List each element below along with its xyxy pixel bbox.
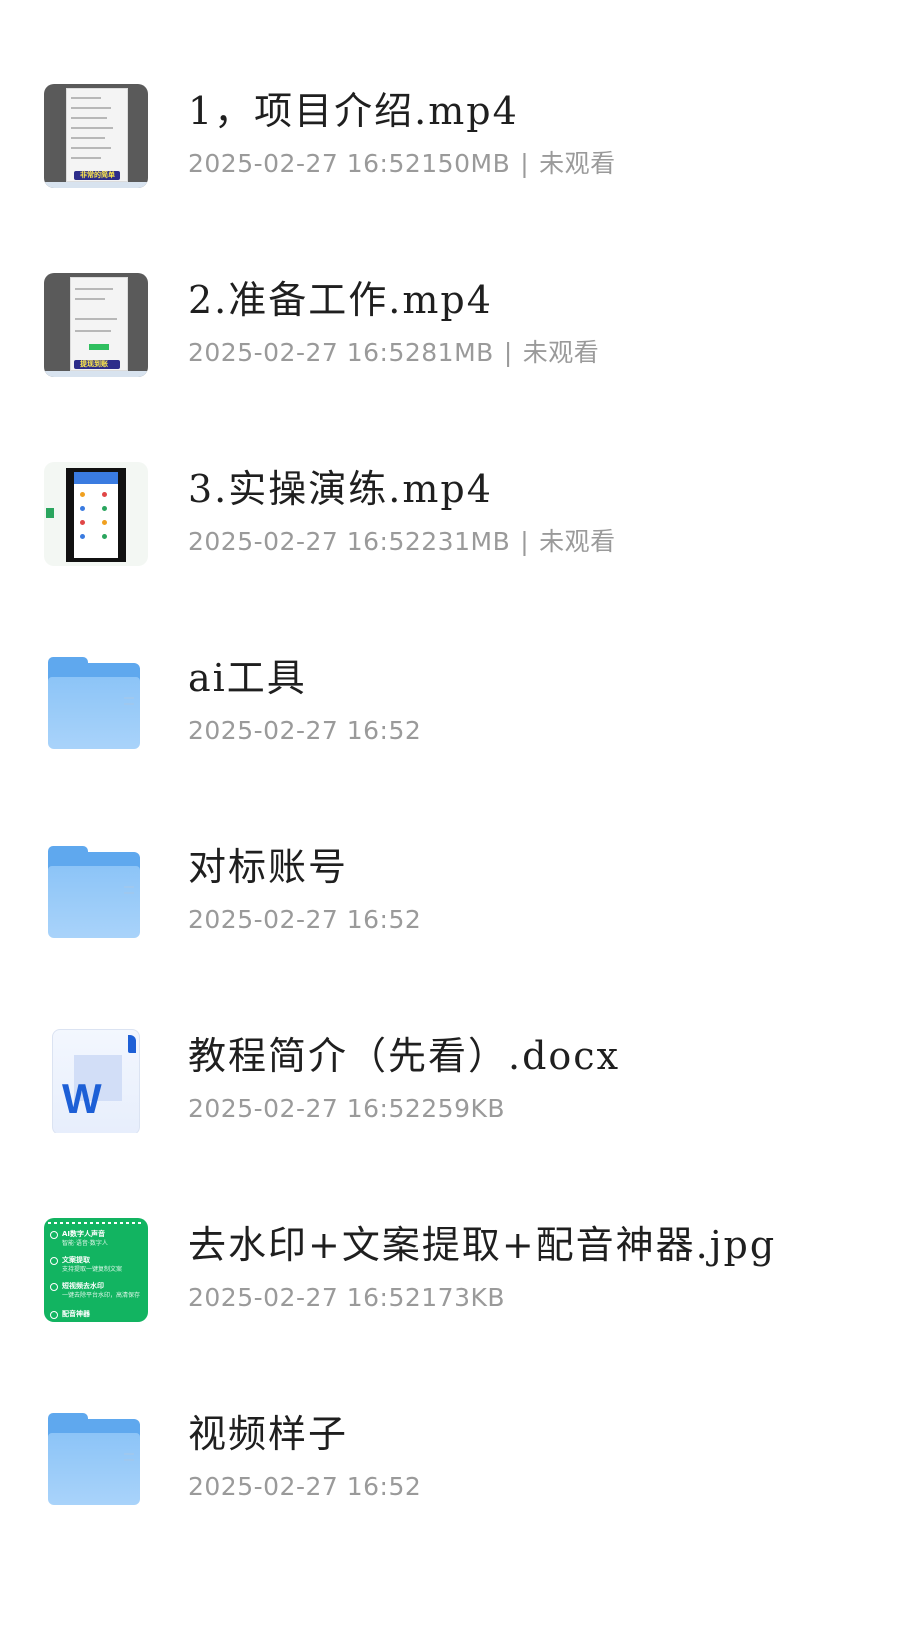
thumb-item-sub: 一键去除平台水印，高清保存 [62, 1292, 141, 1299]
thumb-item-title: 配音神器 [62, 1310, 90, 1318]
file-row-folder-benchmark[interactable]: 对标账号 2025-02-27 16:52 [0, 840, 919, 990]
file-row-folder-ai[interactable]: ai工具 2025-02-27 16:52 [0, 651, 919, 801]
file-meta: 2025-02-27 16:52 [188, 1471, 421, 1503]
file-name: 对标账号 [188, 845, 349, 889]
file-meta: 2025-02-27 16:52150MB | 未观看 [188, 148, 616, 180]
file-row-video-3[interactable]: 3.实操演练.mp4 2025-02-27 16:52231MB | 未观看 [0, 462, 919, 612]
file-list: 非常的简单 1，项目介绍.mp4 2025-02-27 16:52150MB | 未… [0, 0, 919, 1643]
file-name: 去水印+文案提取+配音神器.jpg [188, 1223, 777, 1267]
file-name: 教程简介（先看）.docx [188, 1034, 620, 1078]
file-meta: 2025-02-27 16:52173KB [188, 1282, 505, 1314]
file-date: 2025-02-27 16:52 [188, 338, 422, 367]
image-thumbnail: AI数字人声音 智能·语音·数字人 文案提取 支持提取一键复制文案 短视频去水印… [44, 1218, 148, 1322]
file-meta: 2025-02-27 16:5281MB | 未观看 [188, 337, 599, 369]
thumb-item-sub: 支持提取一键复制文案 [62, 1266, 123, 1273]
thumbnail-caption: 非常的简单 [80, 171, 115, 179]
file-date: 2025-02-27 16:52 [188, 149, 422, 178]
file-size: 81MB [421, 338, 494, 367]
watch-status: 未观看 [539, 149, 616, 178]
thumb-item-title: 短视频去水印 [62, 1282, 104, 1290]
file-row-video-2[interactable]: 提现到账 2.准备工作.mp4 2025-02-27 16:5281MB | 未观看 [0, 273, 919, 423]
file-date: 2025-02-27 16:52 [188, 905, 422, 934]
video-thumbnail: 非常的简单 [44, 84, 148, 188]
file-size: 231MB [421, 527, 511, 556]
video-thumbnail: 提现到账 [44, 273, 148, 377]
thumb-item-sub: 智能·语音·数字人 [62, 1240, 108, 1247]
meta-divider: | [520, 149, 530, 178]
file-name: 3.实操演练.mp4 [188, 467, 493, 511]
file-name: 2.准备工作.mp4 [188, 278, 493, 322]
file-size: 259KB [421, 1094, 506, 1123]
watch-status: 未观看 [539, 527, 616, 556]
file-date: 2025-02-27 16:52 [188, 1472, 422, 1501]
file-row-video-1[interactable]: 非常的简单 1，项目介绍.mp4 2025-02-27 16:52150MB | 未… [0, 84, 919, 234]
file-size: 173KB [421, 1283, 506, 1312]
file-date: 2025-02-27 16:52 [188, 1094, 422, 1123]
file-meta: 2025-02-27 16:52231MB | 未观看 [188, 526, 616, 558]
file-date: 2025-02-27 16:52 [188, 527, 422, 556]
meta-divider: | [520, 527, 530, 556]
file-row-docx[interactable]: W 教程简介（先看）.docx 2025-02-27 16:52259KB [0, 1029, 919, 1179]
file-meta: 2025-02-27 16:52 [188, 904, 421, 936]
file-meta: 2025-02-27 16:52259KB [188, 1093, 505, 1125]
file-name: 视频样子 [188, 1412, 349, 1456]
folder-icon [44, 651, 148, 755]
file-row-image[interactable]: AI数字人声音 智能·语音·数字人 文案提取 支持提取一键复制文案 短视频去水印… [0, 1218, 919, 1368]
word-document-icon: W [44, 1029, 148, 1133]
folder-icon [44, 1407, 148, 1511]
file-row-folder-samples[interactable]: 视频样子 2025-02-27 16:52 [0, 1407, 919, 1557]
video-thumbnail [44, 462, 148, 566]
file-date: 2025-02-27 16:52 [188, 716, 422, 745]
file-name: ai工具 [188, 656, 307, 700]
file-meta: 2025-02-27 16:52 [188, 715, 421, 747]
file-date: 2025-02-27 16:52 [188, 1283, 422, 1312]
thumb-item-title: 文案提取 [62, 1256, 90, 1264]
folder-icon [44, 840, 148, 944]
meta-divider: | [503, 338, 513, 367]
thumb-item-title: AI数字人声音 [62, 1230, 106, 1238]
watch-status: 未观看 [522, 338, 600, 367]
word-letter: W [62, 1075, 102, 1122]
thumbnail-caption: 提现到账 [80, 360, 108, 368]
file-size: 150MB [421, 149, 511, 178]
file-name: 1，项目介绍.mp4 [188, 89, 519, 133]
